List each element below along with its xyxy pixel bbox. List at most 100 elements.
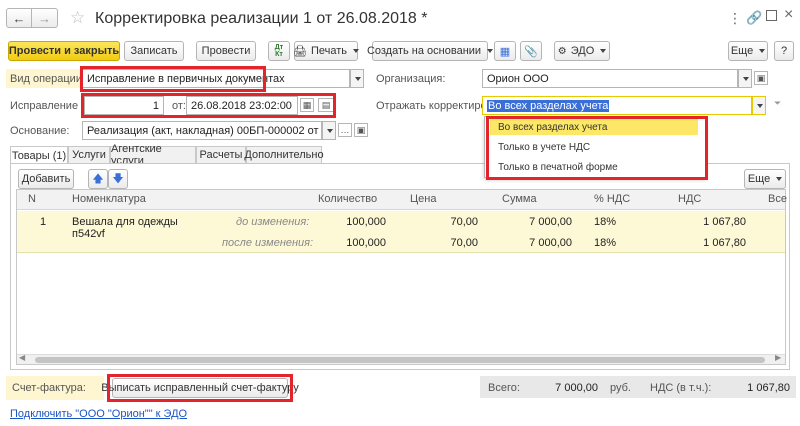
dropdown-option-vat-only[interactable]: Только в учете НДС <box>498 142 590 153</box>
reflect-correction-field[interactable]: Во всех разделах учета <box>482 96 752 115</box>
tab-additional[interactable]: Дополнительно <box>244 146 324 163</box>
organization-field[interactable]: Орион ООО <box>482 69 738 88</box>
add-row-button[interactable]: Добавить <box>18 169 74 189</box>
organization-open-icon[interactable]: ▣ <box>754 71 768 85</box>
table-more-button[interactable]: Еще <box>744 169 786 189</box>
back-button[interactable]: ← <box>6 8 32 28</box>
scroll-right-icon[interactable]: ▶ <box>775 353 781 362</box>
correction-edit-icon[interactable]: ▤ <box>318 98 334 112</box>
basis-label: Основание: <box>10 125 70 137</box>
tab-additional-label: Дополнительно <box>244 149 324 161</box>
organization-label: Организация: <box>376 73 446 85</box>
post-and-close-label: Провести и закрыть <box>8 45 120 57</box>
correction-number-field[interactable]: 1 <box>84 96 164 115</box>
basis-open-icon[interactable]: ▣ <box>354 123 368 137</box>
before-change-label: до изменения: <box>236 216 310 228</box>
print-button[interactable]: 🖨 Печать <box>293 41 360 61</box>
col-header-sum: Сумма <box>502 193 537 205</box>
col-header-qty: Количество <box>318 193 378 205</box>
vat-total-value: 1 067,80 <box>747 382 790 394</box>
after-vat-rate: 18% <box>594 237 617 249</box>
post-and-close-button[interactable]: Провести и закрыть <box>8 41 120 61</box>
organization-dropdown[interactable] <box>738 69 752 88</box>
total-label: Всего: <box>488 382 520 394</box>
reflect-correction-value: Во всех разделах учета <box>487 99 610 112</box>
forward-button[interactable]: → <box>32 8 58 28</box>
chevron-down-icon <box>353 49 360 53</box>
tab-settlements-label: Расчеты <box>199 149 243 161</box>
help-button[interactable]: ? <box>774 41 794 61</box>
save-button[interactable]: Записать <box>124 41 184 61</box>
post-button[interactable]: Провести <box>196 41 256 61</box>
structure-button[interactable]: ▦ <box>494 41 516 61</box>
operation-type-field[interactable]: Исправление в первичных документах <box>82 69 350 88</box>
chevron-down-icon <box>776 177 783 181</box>
close-icon[interactable]: × <box>784 6 793 24</box>
basis-dropdown[interactable] <box>322 121 336 140</box>
col-header-n: N <box>28 193 36 205</box>
after-sum: 7 000,00 <box>529 237 572 249</box>
scroll-left-icon[interactable]: ◀ <box>19 353 25 362</box>
more-label: Еще <box>730 45 754 57</box>
after-change-label: после изменения: <box>222 237 314 249</box>
before-vat-rate: 18% <box>594 216 617 228</box>
chevron-down-icon <box>757 103 763 108</box>
favorite-star-icon[interactable]: ☆ <box>70 8 85 28</box>
more-options-icon[interactable]: ⋮ <box>728 10 742 27</box>
post-label: Провести <box>201 45 251 57</box>
dropdown-option-print-only[interactable]: Только в печатной форме <box>498 162 618 173</box>
dropdown-option-all-sections-label: Во всех разделах учета <box>498 122 608 133</box>
edo-button[interactable]: ⚙ ЭДО <box>554 41 610 61</box>
edo-connect-link[interactable]: Подключить "ООО "Орион"" к ЭДО <box>10 408 187 420</box>
link-icon[interactable]: 🔗 <box>746 10 762 26</box>
basis-field[interactable]: Реализация (акт, накладная) 00БП-000002 … <box>82 121 322 140</box>
calendar-icon[interactable]: ▦ <box>300 98 314 112</box>
issue-corrected-invoice-label: Выписать исправленный счет-фактуру <box>101 382 299 394</box>
before-sum: 7 000,00 <box>529 216 572 228</box>
move-up-button[interactable]: 🡅 <box>88 169 108 189</box>
dt-kt-button[interactable]: Дт Кт <box>268 41 290 61</box>
chevron-down-icon <box>327 128 333 133</box>
print-label: Печать <box>310 45 348 57</box>
horizontal-scrollbar[interactable]: ◀ ▶ <box>17 353 785 364</box>
arrow-left-icon: ← <box>12 10 26 26</box>
maximize-icon[interactable] <box>766 10 777 21</box>
printer-icon: 🖨 <box>293 45 307 58</box>
correction-date-field[interactable]: 26.08.2018 23:02:00 <box>186 96 298 115</box>
add-row-label: Добавить <box>21 173 71 185</box>
arrow-right-icon: → <box>38 10 51 26</box>
reflect-correction-dropdown[interactable] <box>752 96 766 115</box>
tab-goods-label: Товары (1) <box>11 149 67 162</box>
row-item-name: Вешала для одежды п542vf <box>72 216 178 240</box>
from-date-label: от: <box>172 100 186 112</box>
operation-type-label: Вид операции: <box>10 73 86 85</box>
arrow-up-icon: 🡅 <box>92 172 104 185</box>
before-qty: 100,000 <box>346 216 386 228</box>
move-down-button[interactable]: 🡇 <box>108 169 128 189</box>
more-button[interactable]: Еще <box>728 41 768 61</box>
tab-agent-services[interactable]: Агентские услуги <box>110 143 196 167</box>
tab-services[interactable]: Услуги <box>68 146 110 163</box>
tab-settlements[interactable]: Расчеты <box>196 146 246 163</box>
scrollbar-thumb[interactable] <box>35 357 765 363</box>
dropdown-arrow-marker: ⏷ <box>774 98 782 108</box>
create-based-on-button[interactable]: Создать на основании <box>367 41 494 61</box>
arrow-down-icon: 🡇 <box>112 172 124 185</box>
dt-kt-icon: Дт Кт <box>274 44 284 58</box>
tab-goods[interactable]: Товары (1) <box>10 146 68 164</box>
attach-button[interactable]: 📎 <box>520 41 542 61</box>
edo-icon: ⚙ <box>557 45 567 57</box>
operation-type-dropdown[interactable] <box>350 69 364 88</box>
row-number: 1 <box>40 216 47 228</box>
correction-number-value: 1 <box>152 99 159 112</box>
after-qty: 100,000 <box>346 237 386 249</box>
before-price: 70,00 <box>450 216 478 228</box>
structure-icon: ▦ <box>499 45 511 58</box>
col-header-item: Номенклатура <box>72 193 146 205</box>
total-value: 7 000,00 <box>555 382 598 394</box>
issue-corrected-invoice-button[interactable]: Выписать исправленный счет-фактуру <box>101 378 299 398</box>
currency-label: руб. <box>610 382 631 394</box>
col-header-total: Все <box>768 193 787 205</box>
col-header-price: Цена <box>410 193 437 205</box>
basis-select-icon[interactable]: … <box>338 123 352 137</box>
